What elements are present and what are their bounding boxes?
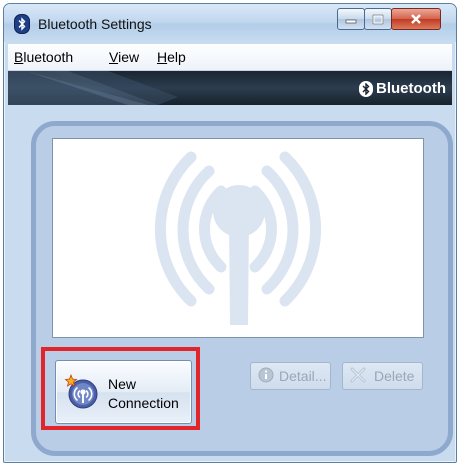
menu-view[interactable]: View [109, 49, 139, 65]
highlight-box [41, 347, 200, 430]
delete-label: Delete [374, 368, 415, 384]
delete-button[interactable]: Delete [342, 362, 423, 390]
maximize-icon [365, 9, 391, 29]
brand-banner: Bluetooth [8, 71, 452, 105]
info-icon [258, 367, 274, 383]
delete-x-icon [350, 367, 366, 383]
detail-button[interactable]: Detail... [250, 362, 331, 390]
menu-help[interactable]: Help [157, 49, 186, 65]
menu-bluetooth[interactable]: Bluetooth [14, 49, 73, 65]
bluetooth-logo: Bluetooth [359, 80, 446, 97]
close-icon [392, 9, 440, 29]
device-list[interactable] [52, 138, 424, 338]
menu-bar: Bluetooth View Help [8, 44, 452, 71]
title-bar[interactable]: Bluetooth Settings [4, 4, 456, 42]
close-button[interactable] [391, 8, 441, 30]
minimize-button[interactable] [337, 8, 365, 30]
bluetooth-brand-text: Bluetooth [376, 80, 446, 97]
maximize-button[interactable] [364, 8, 392, 30]
bluetooth-icon [14, 14, 30, 34]
window-title: Bluetooth Settings [38, 16, 152, 32]
antenna-signal-icon [154, 151, 322, 325]
detail-label: Detail... [279, 368, 327, 384]
minimize-icon [338, 9, 364, 29]
bluetooth-logo-icon [359, 80, 374, 97]
